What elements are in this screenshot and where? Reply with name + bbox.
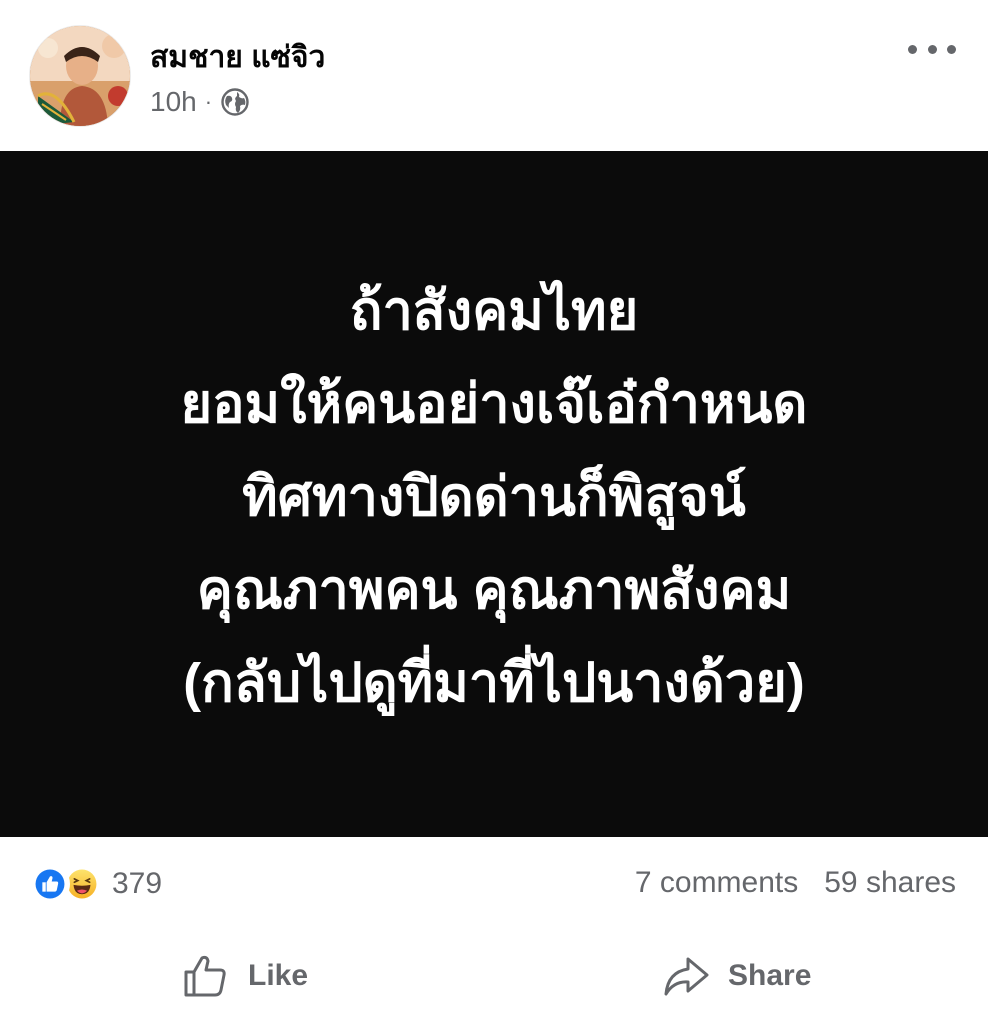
image-text-line: คุณภาพคน คุณภาพสังคม	[196, 559, 792, 620]
engagement-counts: 7 comments 59 shares	[635, 866, 956, 900]
image-text-line: ทิศทางปิดด่านก็พิสูจน์	[242, 466, 746, 527]
share-label: Share	[728, 959, 812, 992]
like-button[interactable]: Like	[180, 950, 308, 1002]
post-meta: 10h ·	[150, 84, 250, 120]
post-image[interactable]: ถ้าสังคมไทย ยอมให้คนอย่างเจ๊เอ๋กำหนด ทิศ…	[0, 151, 988, 837]
image-text-line: (กลับไปดูที่มาที่ไปนางด้วย)	[183, 652, 805, 713]
more-dot	[908, 44, 917, 54]
thumbs-up-icon	[184, 955, 226, 997]
post-stats: 379 7 comments 59 shares	[0, 860, 988, 916]
avatar[interactable]	[30, 26, 130, 126]
more-options-button[interactable]	[908, 34, 956, 64]
comments-count[interactable]: 7 comments	[635, 866, 798, 900]
post-header: สมชาย แซ่จิว 10h ·	[0, 0, 988, 150]
author-name[interactable]: สมชาย แซ่จิว	[150, 34, 325, 81]
shares-count[interactable]: 59 shares	[824, 866, 956, 900]
like-label: Like	[248, 959, 309, 992]
post-time[interactable]: 10h	[150, 86, 197, 118]
share-button[interactable]: Share	[660, 950, 811, 1002]
post-image-text: ถ้าสังคมไทย ยอมให้คนอย่างเจ๊เอ๋กำหนด ทิศ…	[180, 265, 807, 730]
avatar-image	[30, 26, 130, 126]
facebook-post: สมชาย แซ่จิว 10h · ถ้าสังคมไทย ยอมให้คนอ…	[0, 0, 988, 1024]
meta-separator: ·	[204, 89, 213, 114]
reaction-count: 379	[112, 867, 163, 900]
share-arrow-icon	[664, 957, 709, 996]
post-actions: Like Share	[0, 940, 988, 1012]
image-text-line: ยอมให้คนอย่างเจ๊เอ๋กำหนด	[180, 373, 808, 434]
more-dot	[947, 44, 956, 54]
image-text-line: ถ้าสังคมไทย	[349, 280, 639, 341]
reactions-summary[interactable]: 379	[30, 864, 162, 904]
more-dot	[927, 44, 937, 54]
like-reaction-icon	[30, 864, 70, 904]
globe-icon	[221, 88, 249, 116]
